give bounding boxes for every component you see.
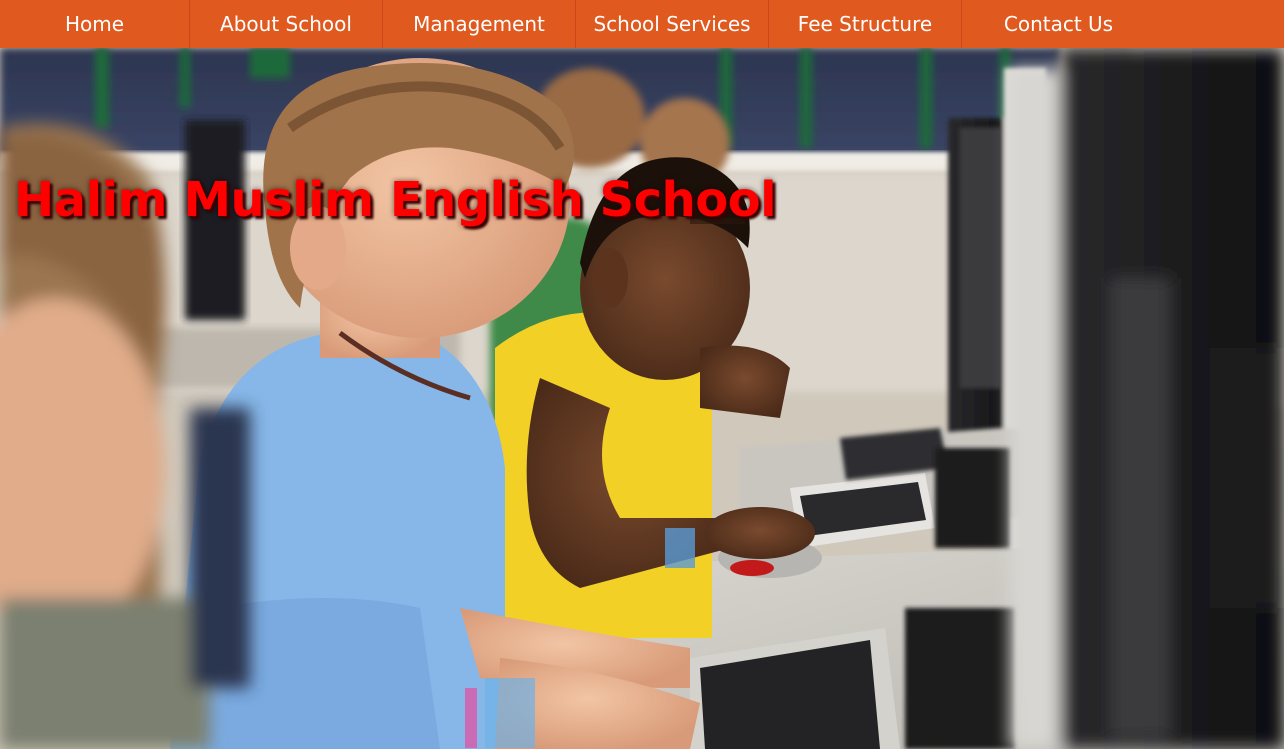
hero-banner-image [0,48,1284,749]
page: Home About School Management School Serv… [0,0,1284,749]
nav-item-contact-us[interactable]: Contact Us [962,0,1155,48]
children-at-computers-photo [0,48,1284,749]
nav-item-about-school[interactable]: About School [190,0,383,48]
nav-item-management[interactable]: Management [383,0,576,48]
main-nav: Home About School Management School Serv… [0,0,1284,48]
nav-item-school-services[interactable]: School Services [576,0,769,48]
school-title: Halim Muslim English School [14,172,777,228]
nav-item-fee-structure[interactable]: Fee Structure [769,0,962,48]
nav-item-home[interactable]: Home [0,0,190,48]
